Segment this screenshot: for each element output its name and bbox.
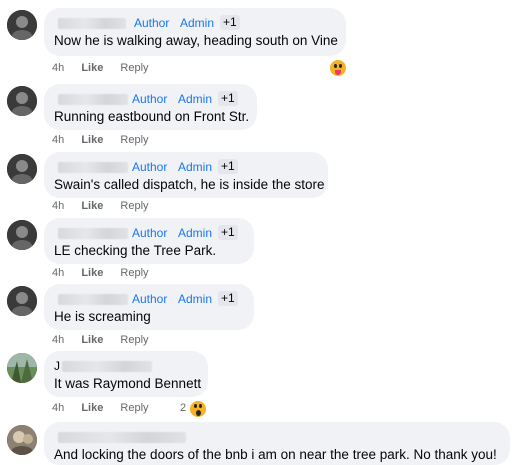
avatar[interactable] xyxy=(7,220,37,250)
laugh-tongue-reaction-icon[interactable] xyxy=(330,60,346,76)
avatar[interactable] xyxy=(7,86,37,116)
reply-button[interactable]: Reply xyxy=(120,334,148,346)
author-name-blurred[interactable] xyxy=(58,162,128,173)
author-name-blurred[interactable] xyxy=(58,94,128,105)
author-name-blurred[interactable] xyxy=(62,361,152,372)
author-name-blurred[interactable] xyxy=(58,294,128,305)
timestamp[interactable]: 4h xyxy=(52,134,64,146)
more-badges-count[interactable]: +1 xyxy=(218,91,238,106)
avatar[interactable] xyxy=(7,286,37,316)
admin-badge: Admin xyxy=(178,226,213,240)
comment-text: Now he is walking away, heading south on… xyxy=(54,33,338,48)
comment-text: He is screaming xyxy=(54,309,151,324)
reply-button[interactable]: Reply xyxy=(120,134,148,146)
like-button[interactable]: Like xyxy=(81,267,103,279)
more-badges-count[interactable]: +1 xyxy=(218,225,238,240)
author-name-blurred[interactable] xyxy=(58,228,128,239)
comment-text: Swain's called dispatch, he is inside th… xyxy=(54,177,325,192)
comment-bubble: Author Admin +1 LE checking the Tree Par… xyxy=(44,218,254,264)
comment-text: LE checking the Tree Park. xyxy=(54,243,217,258)
author-badge: Author xyxy=(132,92,168,106)
author-name-blurred[interactable] xyxy=(58,432,186,443)
reply-button[interactable]: Reply xyxy=(120,62,148,74)
comment-actions: 4h Like Reply xyxy=(52,402,163,416)
comment-bubble: Author Admin +1 Running eastbound on Fro… xyxy=(44,84,257,130)
avatar[interactable] xyxy=(7,154,37,184)
reply-button[interactable]: Reply xyxy=(120,200,148,212)
comment-bubble: Author Admin +1 He is screaming xyxy=(44,284,254,330)
timestamp[interactable]: 4h xyxy=(52,62,64,74)
more-badges-count[interactable]: +1 xyxy=(220,15,240,30)
author-name-blurred[interactable] xyxy=(58,18,126,29)
comment-bubble: Author Admin +1 Now he is walking away, … xyxy=(44,8,346,56)
comment-actions: 4h Like Reply xyxy=(52,267,163,281)
author-badge: Author xyxy=(132,160,168,174)
timestamp[interactable]: 4h xyxy=(52,267,64,279)
admin-badge: Admin xyxy=(178,160,213,174)
comment-text: It was Raymond Bennett xyxy=(54,376,202,391)
timestamp[interactable]: 4h xyxy=(52,334,64,346)
admin-badge: Admin xyxy=(178,292,213,306)
like-button[interactable]: Like xyxy=(81,134,103,146)
like-button[interactable]: Like xyxy=(81,62,103,74)
comment-text: Running eastbound on Front Str. xyxy=(54,109,250,124)
reaction-count[interactable]: 2 xyxy=(180,402,186,414)
comment-actions: 4h Like Reply xyxy=(52,134,163,148)
avatar[interactable] xyxy=(7,353,37,383)
reply-button[interactable]: Reply xyxy=(120,402,148,414)
wow-reaction-icon[interactable] xyxy=(190,401,206,417)
reply-button[interactable]: Reply xyxy=(120,267,148,279)
like-button[interactable]: Like xyxy=(81,334,103,346)
more-badges-count[interactable]: +1 xyxy=(218,291,238,306)
comment-actions: 4h Like Reply xyxy=(52,334,163,348)
timestamp[interactable]: 4h xyxy=(52,200,64,212)
avatar[interactable] xyxy=(7,10,37,40)
comment-text: And locking the doors of the bnb i am on… xyxy=(54,447,497,462)
author-initial[interactable]: J xyxy=(54,359,60,373)
comment-bubble: And locking the doors of the bnb i am on… xyxy=(44,422,510,465)
admin-badge: Admin xyxy=(178,92,213,106)
avatar[interactable] xyxy=(7,425,37,455)
admin-badge: Admin xyxy=(180,16,215,30)
author-badge: Author xyxy=(132,292,168,306)
timestamp[interactable]: 4h xyxy=(52,402,64,414)
more-badges-count[interactable]: +1 xyxy=(218,159,238,174)
author-badge: Author xyxy=(134,16,170,30)
comment-bubble: Author Admin +1 Swain's called dispatch,… xyxy=(44,152,328,198)
comment-bubble: J It was Raymond Bennett xyxy=(44,351,208,397)
like-button[interactable]: Like xyxy=(81,200,103,212)
like-button[interactable]: Like xyxy=(81,402,103,414)
comment-actions: 4h Like Reply xyxy=(52,62,163,76)
comment-actions: 4h Like Reply xyxy=(52,200,163,214)
author-badge: Author xyxy=(132,226,168,240)
